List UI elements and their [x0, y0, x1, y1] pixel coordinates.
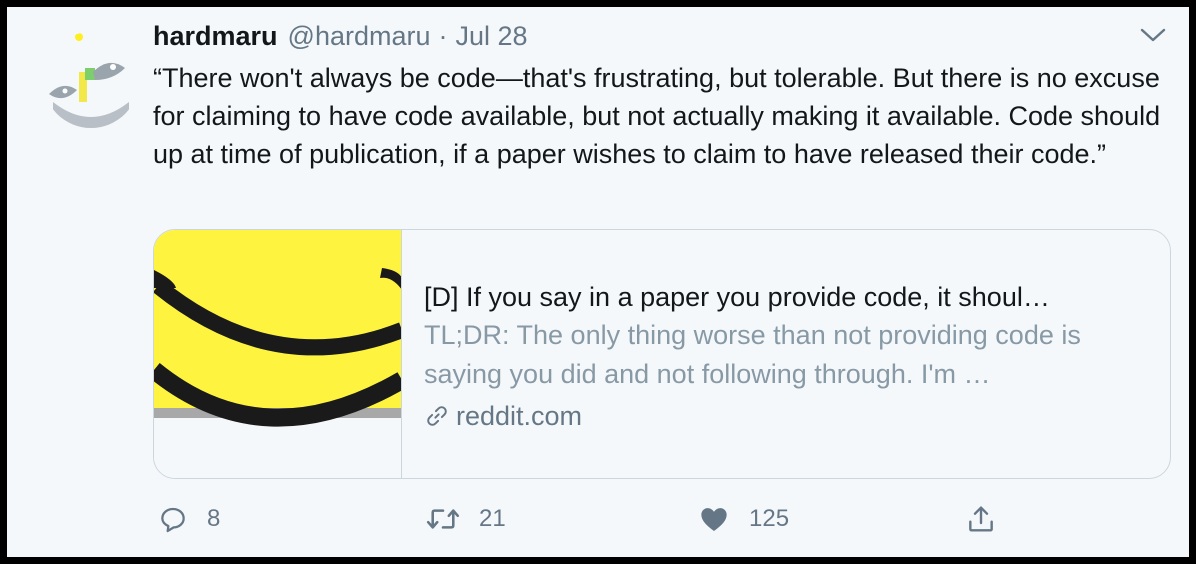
retweet-button[interactable]: 21 — [425, 499, 506, 539]
card-description: TL;DR: The only thing worse than not pro… — [424, 320, 1081, 389]
retweet-icon — [426, 509, 460, 529]
tweet-actions: 8 21 125 — [153, 499, 1173, 539]
tweet[interactable]: hardmaru @hardmaru · Jul 28 “There won't… — [7, 7, 1189, 557]
reply-icon — [161, 507, 185, 533]
tweet-date[interactable]: Jul 28 — [456, 21, 528, 52]
card-domain: reddit.com — [424, 398, 1154, 434]
card-domain-text: reddit.com — [456, 401, 583, 431]
separator: · — [438, 20, 448, 51]
heart-icon — [701, 508, 727, 531]
retweet-count: 21 — [479, 505, 506, 532]
like-count: 125 — [749, 505, 790, 532]
link-icon — [427, 406, 447, 426]
tweet-header: hardmaru @hardmaru · Jul 28 — [153, 19, 528, 53]
author-handle[interactable]: @hardmaru — [288, 21, 431, 52]
tweet-text: “There won't always be code—that's frust… — [153, 63, 1161, 169]
reply-count: 8 — [207, 505, 221, 532]
share-button[interactable] — [965, 499, 997, 539]
reply-button[interactable]: 8 — [157, 499, 220, 539]
avatar[interactable] — [43, 32, 139, 128]
chevron-down-icon[interactable] — [1139, 25, 1167, 45]
link-card[interactable]: [D] If you say in a paper you provide co… — [153, 229, 1171, 479]
share-icon — [969, 506, 993, 532]
card-title[interactable]: [D] If you say in a paper you provide co… — [424, 278, 1154, 316]
card-text: [D] If you say in a paper you provide co… — [424, 278, 1154, 434]
author-name[interactable]: hardmaru — [153, 21, 278, 52]
card-thumbnail — [154, 230, 402, 478]
like-button[interactable]: 125 — [697, 499, 789, 539]
